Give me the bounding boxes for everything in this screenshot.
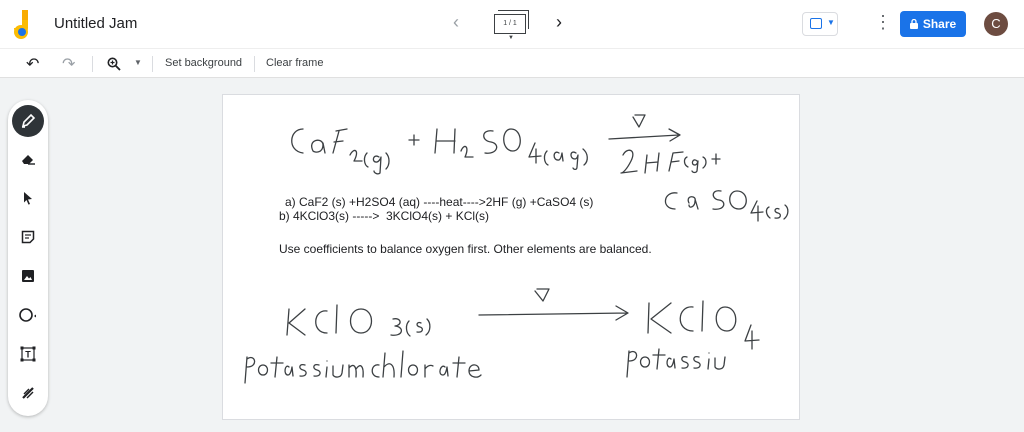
select-tool[interactable]: [12, 182, 44, 214]
circle-icon: [19, 308, 36, 322]
laser-icon: [22, 387, 34, 399]
eraser-tool[interactable]: [12, 143, 44, 175]
zoom-icon[interactable]: [107, 57, 121, 71]
chevron-down-icon[interactable]: ▼: [134, 58, 142, 67]
edit-toolbar: ↶ ↷ ▼ Set background Clear frame: [0, 48, 1024, 78]
frame-counter: 1 / 1: [503, 20, 517, 27]
jam-canvas[interactable]: a) CaF2 (s) +H2SO4 (aq) ----heat---->2HF…: [222, 94, 800, 420]
share-label: Share: [922, 17, 957, 31]
tool-panel: T: [8, 100, 48, 416]
text-box-tool[interactable]: T: [12, 338, 44, 370]
previous-frame-icon[interactable]: ‹: [453, 12, 459, 33]
text-line-a: a) CaF2 (s) +H2SO4 (aq) ----heat---->2HF…: [285, 195, 594, 209]
pen-tool[interactable]: [12, 105, 44, 137]
redo-icon[interactable]: ↷: [62, 54, 75, 74]
undo-icon[interactable]: ↶: [26, 54, 39, 74]
laser-tool[interactable]: [12, 377, 44, 409]
handwriting-ink: [244, 114, 789, 384]
present-button[interactable]: ▼: [802, 12, 838, 36]
toolbar-divider: [152, 56, 153, 72]
pen-icon: [21, 113, 36, 128]
share-button[interactable]: Share: [900, 11, 966, 37]
image-tool[interactable]: [12, 260, 44, 292]
text-line-b: b) 4KClO3(s) -----> 3KClO4(s) + KCl(s): [279, 209, 490, 223]
sticky-note-tool[interactable]: [12, 221, 44, 253]
sticky-note-icon: [21, 230, 35, 244]
text-box-icon: T: [20, 346, 36, 362]
image-icon: [22, 270, 34, 282]
svg-text:T: T: [25, 350, 31, 360]
frame-bar-button[interactable]: 1 / 1: [494, 14, 526, 34]
lock-icon: [909, 19, 918, 29]
set-background-button[interactable]: Set background: [165, 57, 242, 69]
present-icon: [810, 18, 822, 29]
toolbar-divider: [254, 56, 255, 72]
chevron-down-icon: ▼: [827, 18, 835, 27]
document-title[interactable]: Untitled Jam: [54, 15, 137, 32]
jamboard-logo: [14, 10, 28, 39]
chevron-down-icon[interactable]: ▼: [508, 35, 514, 41]
text-line-instruction: Use coefficients to balance oxygen first…: [279, 242, 652, 256]
clear-frame-button[interactable]: Clear frame: [266, 57, 323, 69]
avatar[interactable]: C: [984, 12, 1008, 36]
next-frame-icon[interactable]: ›: [556, 12, 562, 33]
top-bar: Untitled Jam ‹ 1 / 1 ▼ › ▼ ⋮ Share C: [0, 0, 1024, 48]
eraser-icon: [22, 155, 35, 165]
circle-tool[interactable]: [12, 299, 44, 331]
more-vert-icon[interactable]: ⋮: [874, 12, 892, 33]
toolbar-divider: [92, 56, 93, 72]
select-icon: [24, 192, 32, 205]
